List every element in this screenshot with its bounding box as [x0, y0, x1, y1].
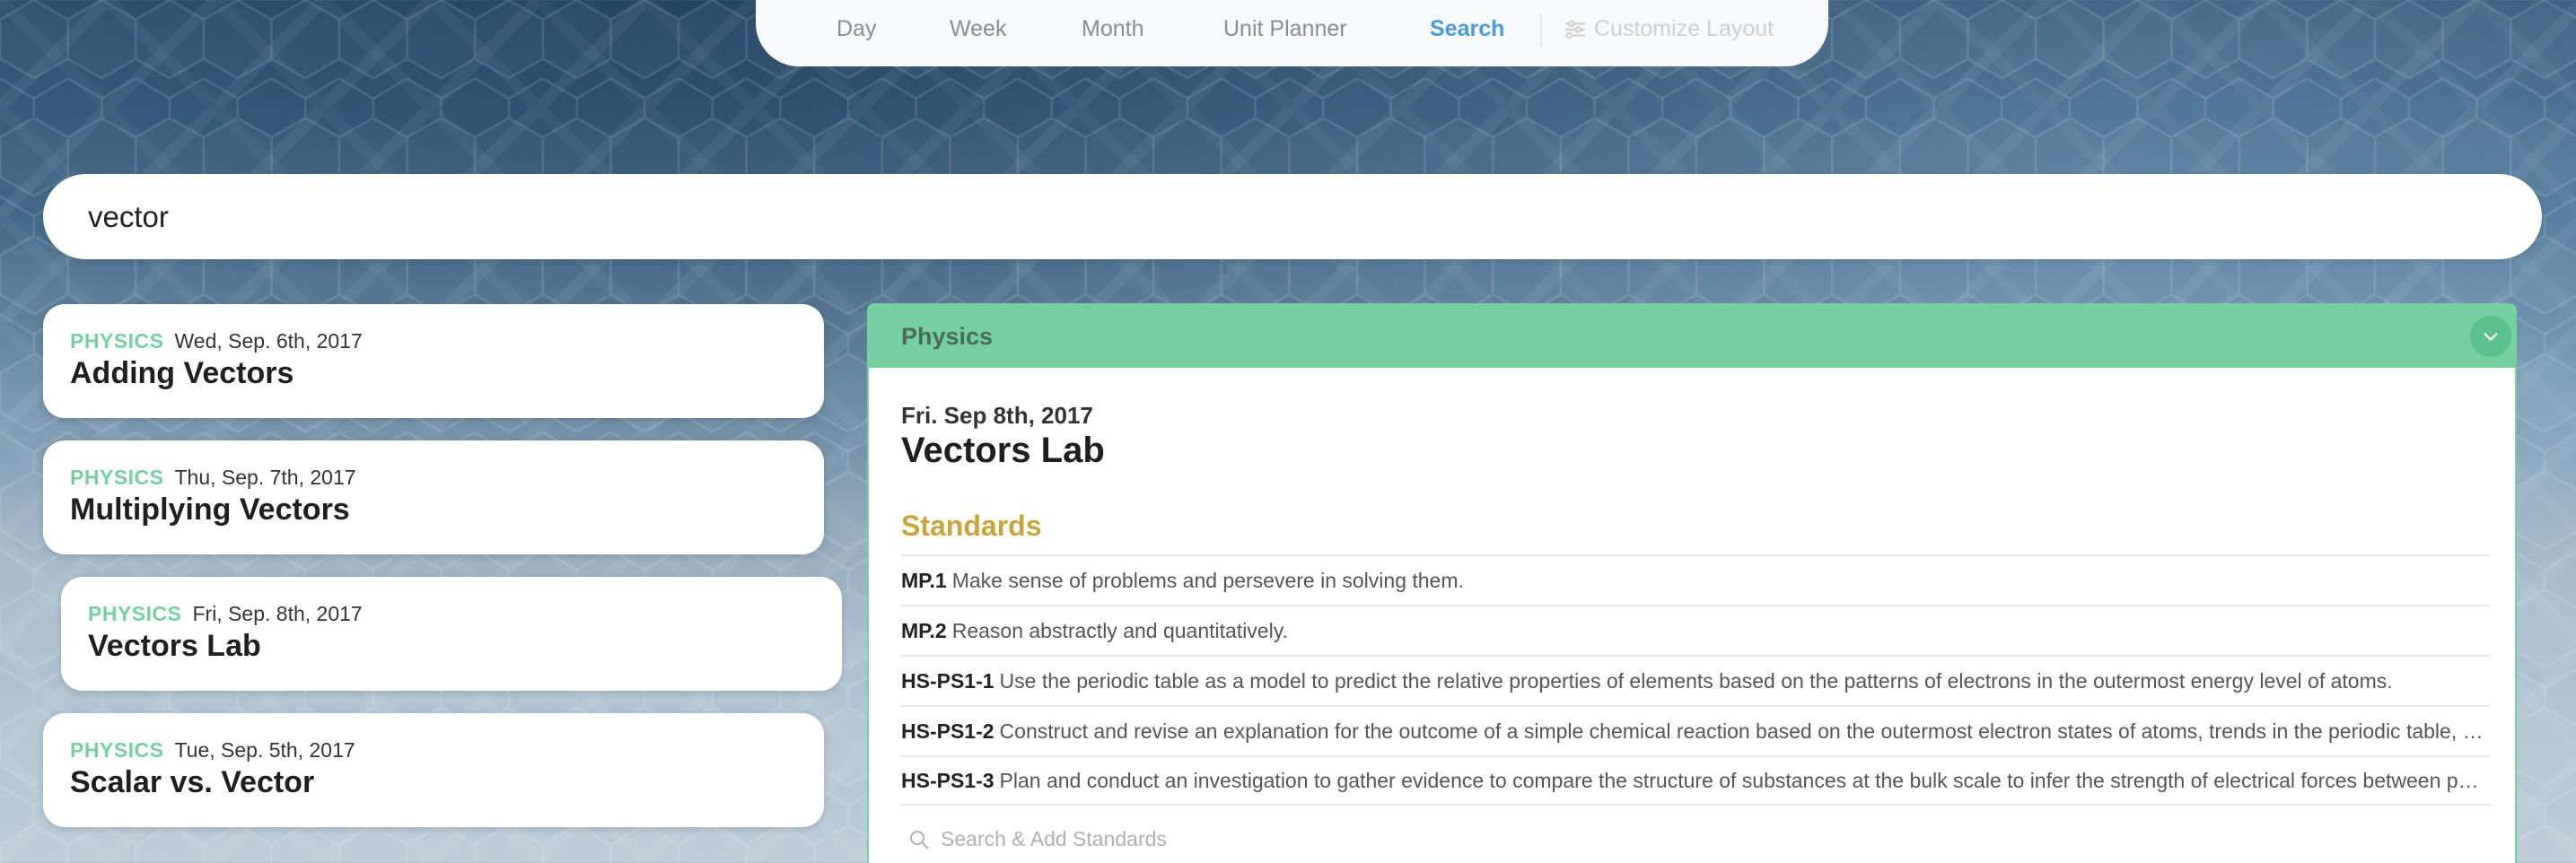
nav-search[interactable]: Search — [1430, 16, 1504, 42]
standard-code: HS-PS1-2 — [901, 719, 994, 743]
collapse-button[interactable] — [2470, 316, 2511, 357]
result-date: Fri, Sep. 8th, 2017 — [192, 602, 363, 625]
standard-code: MP.1 — [901, 568, 947, 592]
standard-text: Plan and conduct an investigation to gat… — [999, 768, 2490, 792]
lesson-title: Vectors Lab — [901, 431, 1105, 470]
standard-text: Use the periodic table as a model to pre… — [999, 668, 2393, 693]
panel-subject: Physics — [901, 322, 994, 350]
standard-code: HS-PS1-1 — [901, 668, 994, 693]
result-subject: PHYSICS — [70, 466, 164, 489]
standard-code: MP.2 — [901, 618, 947, 642]
panel-header[interactable]: Physics — [869, 305, 2515, 368]
result-date: Tue, Sep. 5th, 2017 — [174, 738, 355, 762]
result-card[interactable]: PHYSICS Thu, Sep. 7th, 2017 Multiplying … — [43, 440, 824, 554]
search-input[interactable]: vector — [43, 174, 2542, 259]
standard-row[interactable]: HS-PS1-3 Plan and conduct an investigati… — [901, 755, 2490, 806]
standards-search-input[interactable]: Search & Add Standards — [908, 827, 1167, 851]
nav-divider — [1540, 14, 1542, 47]
standard-text: Construct and revise an explanation for … — [999, 719, 2490, 743]
nav-week[interactable]: Week — [950, 16, 1006, 42]
result-subject: PHYSICS — [88, 602, 182, 625]
standards-heading: Standards — [901, 510, 1042, 542]
lesson-detail-panel: Physics Fri. Sep 8th, 2017 Vectors Lab S… — [867, 303, 2517, 863]
standard-row[interactable]: MP.2 Reason abstractly and quantitativel… — [901, 605, 2490, 655]
result-card[interactable]: PHYSICS Wed, Sep. 6th, 2017 Adding Vecto… — [43, 304, 824, 418]
result-date: Thu, Sep. 7th, 2017 — [174, 466, 356, 489]
result-title: Adding Vectors — [70, 356, 294, 390]
result-title: Scalar vs. Vector — [70, 765, 315, 799]
standard-row[interactable]: HS-PS1-1 Use the periodic table as a mod… — [901, 655, 2490, 705]
result-card[interactable]: PHYSICS Tue, Sep. 5th, 2017 Scalar vs. V… — [43, 713, 824, 827]
nav-month[interactable]: Month — [1082, 16, 1143, 42]
standard-row[interactable]: MP.1 Make sense of problems and persever… — [901, 554, 2490, 605]
standard-text: Make sense of problems and persevere in … — [951, 568, 1464, 592]
standards-list: MP.1 Make sense of problems and persever… — [901, 554, 2490, 806]
result-date: Wed, Sep. 6th, 2017 — [174, 329, 363, 353]
result-subject: PHYSICS — [70, 329, 164, 353]
nav-day[interactable]: Day — [837, 16, 876, 42]
standard-row[interactable]: HS-PS1-2 Construct and revise an explana… — [901, 705, 2490, 755]
standard-text: Reason abstractly and quantitatively. — [951, 618, 1288, 642]
search-icon — [910, 830, 929, 850]
standards-search-placeholder: Search & Add Standards — [941, 827, 1167, 850]
result-card-selected[interactable]: PHYSICS Fri, Sep. 8th, 2017 Vectors Lab — [61, 577, 842, 691]
result-subject: PHYSICS — [70, 738, 164, 762]
result-title: Multiplying Vectors — [70, 493, 350, 527]
view-switcher: Day Week Month Unit Planner Search Custo… — [756, 0, 1828, 66]
standard-code: HS-PS1-3 — [901, 768, 994, 792]
customize-layout-button[interactable]: Customize Layout — [1564, 16, 1774, 42]
customize-layout-label: Customize Layout — [1594, 16, 1774, 41]
sliders-icon — [1565, 20, 1585, 39]
chevron-down-icon — [2484, 333, 2498, 341]
lesson-date: Fri. Sep 8th, 2017 — [901, 402, 1093, 429]
nav-unit-planner[interactable]: Unit Planner — [1223, 16, 1347, 42]
result-title: Vectors Lab — [88, 629, 261, 663]
search-input-value: vector — [88, 199, 169, 233]
